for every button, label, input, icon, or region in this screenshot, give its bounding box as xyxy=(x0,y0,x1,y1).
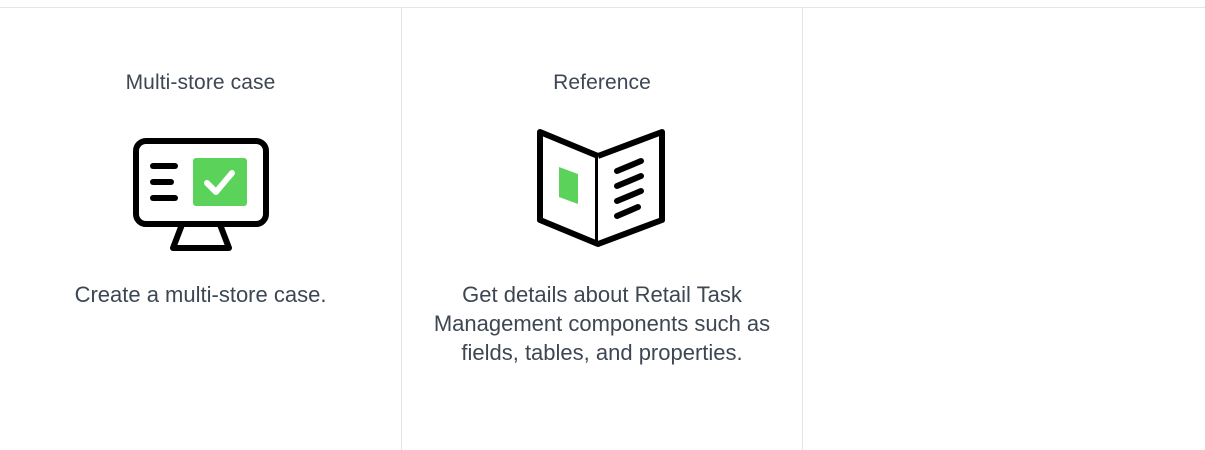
card-description: Create a multi-store case. xyxy=(74,282,327,307)
card-grid: Multi-store case Create a multi-store ca… xyxy=(0,8,1205,450)
card-description: Get details about Retail Task Management… xyxy=(433,282,771,365)
card-empty xyxy=(802,8,1203,450)
card-reference[interactable]: Reference Get details about Retail Task … xyxy=(401,8,802,450)
card-multi-store-case[interactable]: Multi-store case Create a multi-store ca… xyxy=(0,8,401,450)
open-book-icon xyxy=(537,129,665,247)
monitor-check-icon xyxy=(132,138,269,251)
card-title: Reference xyxy=(553,71,651,94)
card-title: Multi-store case xyxy=(125,71,276,94)
